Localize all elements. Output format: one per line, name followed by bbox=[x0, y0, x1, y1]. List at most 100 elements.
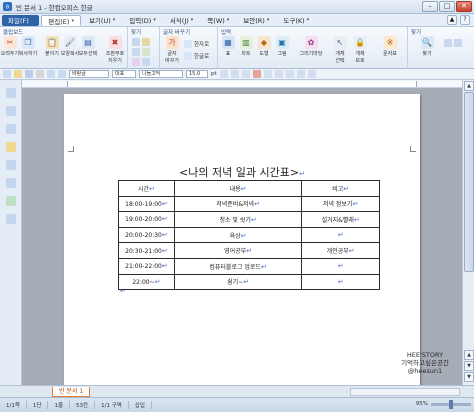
find-small-row-1[interactable] bbox=[132, 38, 150, 46]
document-page[interactable]: <나의 저녁 일과 시간표>↵ 시간↵ 내용↵ 비고↵ 18:00-19:00↵… bbox=[64, 94, 420, 385]
outline-icon[interactable] bbox=[6, 106, 16, 116]
table-header-cell[interactable]: 내용↵ bbox=[173, 180, 303, 197]
gallery-button[interactable]: ✿ 그리기마당 bbox=[296, 36, 326, 57]
gallery-panel-icon[interactable] bbox=[6, 196, 16, 206]
scroll-up-icon[interactable]: ▲ bbox=[464, 81, 474, 91]
menu-security[interactable]: 보안(R) ▾ bbox=[237, 15, 275, 26]
table-cell[interactable]: 컴퓨터블로그 업로드↵ bbox=[173, 257, 303, 275]
hwp-app-icon[interactable]: ㅎ bbox=[3, 2, 12, 11]
menu-insert[interactable]: 입력(D) ▾ bbox=[123, 15, 162, 26]
table-cell[interactable]: 21:00-22:00↵ bbox=[118, 257, 175, 275]
find-small-row-2[interactable] bbox=[132, 48, 150, 56]
font-select[interactable]: 나눔고딕 bbox=[139, 70, 183, 78]
table-cell[interactable]: 18:00-19:00↵ bbox=[118, 195, 175, 213]
clipart-panel-icon[interactable] bbox=[6, 214, 16, 224]
table-cell[interactable]: 개인공부↵ bbox=[301, 242, 380, 259]
menu-tools[interactable]: 도구(K) ▾ bbox=[277, 15, 315, 26]
schedule-table[interactable]: 시간↵ 내용↵ 비고↵ 18:00-19:00↵ 저녁준비&저녁↵ 저녁 정보기… bbox=[118, 180, 380, 291]
justify-icon[interactable] bbox=[296, 70, 305, 78]
document-area[interactable]: <나의 저녁 일과 시간표>↵ 시간↵ 내용↵ 비고↵ 18:00-19:00↵… bbox=[22, 88, 462, 385]
undo-icon[interactable] bbox=[47, 70, 55, 78]
find-options-row[interactable] bbox=[444, 39, 462, 47]
table-cell[interactable]: 육상↵ bbox=[173, 226, 303, 244]
bookmark-panel-icon[interactable] bbox=[6, 178, 16, 188]
menu-page[interactable]: 쪽(W) ▾ bbox=[201, 15, 235, 26]
ribbon-collapse-icon[interactable]: ▲ bbox=[447, 15, 457, 25]
document-tab[interactable]: 빈 문서 1 bbox=[52, 386, 91, 397]
style-select[interactable]: 바탕글 bbox=[69, 70, 109, 78]
print-icon[interactable] bbox=[36, 70, 44, 78]
find-button[interactable]: 🔍 찾기 bbox=[416, 36, 438, 57]
scroll-down-icon[interactable]: ▼ bbox=[464, 372, 474, 382]
minimize-button[interactable]: – bbox=[422, 1, 438, 12]
align-left-icon[interactable] bbox=[263, 70, 272, 78]
hanja-button[interactable]: 한자로 bbox=[184, 40, 209, 48]
paste-button[interactable]: 📋 붙이기 bbox=[44, 36, 60, 57]
table-header-cell[interactable]: 시간↵ bbox=[118, 180, 175, 197]
table-cell[interactable]: 19:00-20:00↵ bbox=[118, 211, 175, 228]
font-size-input[interactable]: 15.0 bbox=[186, 70, 208, 78]
table-cell[interactable]: 저녁 정보기↵ bbox=[301, 195, 380, 213]
menu-edit[interactable]: 편집(E) ▾ bbox=[41, 14, 81, 26]
maximize-button[interactable]: □ bbox=[439, 1, 455, 12]
bold-icon[interactable] bbox=[219, 70, 228, 78]
lang-select[interactable]: 대표 bbox=[112, 70, 136, 78]
table-cell[interactable]: ↵ bbox=[301, 257, 380, 275]
table-cell[interactable]: 20:30-21:00↵ bbox=[118, 242, 175, 259]
copy-button[interactable]: ❐ 복사하기 bbox=[19, 36, 37, 57]
text-color-icon[interactable] bbox=[252, 70, 261, 78]
new-doc-icon[interactable] bbox=[3, 70, 11, 78]
document-title[interactable]: <나의 저녁 일과 시간표>↵ bbox=[64, 164, 420, 180]
table-header-cell[interactable]: 비고↵ bbox=[301, 180, 380, 197]
glyph-change-button[interactable]: 가 글자 바꾸기 bbox=[162, 36, 182, 64]
table-cell[interactable]: 20:00-20:30↵ bbox=[118, 226, 175, 244]
save-icon[interactable] bbox=[25, 70, 33, 78]
redo-icon[interactable] bbox=[58, 70, 66, 78]
next-page-icon[interactable]: ▼ bbox=[464, 361, 474, 371]
cut-button[interactable]: ✂ 오려두기 bbox=[1, 36, 19, 57]
page-view-icon[interactable] bbox=[6, 88, 16, 98]
menu-view[interactable]: 보기(U) ▾ bbox=[83, 15, 121, 26]
list-icon[interactable] bbox=[6, 124, 16, 134]
underline-icon[interactable] bbox=[241, 70, 250, 78]
table-cell[interactable]: 청소 및 씻기↵ bbox=[173, 211, 303, 228]
char-map-button[interactable]: ※ 문자표 bbox=[378, 36, 402, 57]
vertical-scrollbar[interactable]: ▲ ▲ ▼ ▼ bbox=[462, 80, 474, 385]
scrollbar-thumb[interactable] bbox=[464, 92, 474, 272]
shape-button[interactable]: ◆ 도형 bbox=[256, 36, 272, 57]
zoom-slider[interactable] bbox=[431, 399, 471, 409]
style-panel-icon[interactable] bbox=[6, 160, 16, 170]
line-spacing-icon[interactable] bbox=[307, 70, 316, 78]
object-protect-button[interactable]: 🔒 개체 보호 bbox=[352, 36, 368, 64]
menu-format[interactable]: 서식(J) ▾ bbox=[164, 15, 199, 26]
zoom-slider-knob[interactable] bbox=[449, 399, 453, 409]
chart-button[interactable]: ▥ 차트 bbox=[238, 36, 254, 57]
table-cell[interactable]: 저녁준비&저녁↵ bbox=[173, 195, 303, 213]
help-icon[interactable]: ? bbox=[460, 15, 470, 25]
table-cell[interactable]: 설거지&빨래↵ bbox=[301, 211, 380, 228]
format-copy-button[interactable]: 🖌 모양복사 bbox=[61, 36, 79, 57]
status-mode[interactable]: 삽입 bbox=[129, 401, 152, 409]
align-center-icon[interactable] bbox=[274, 70, 283, 78]
hangul-button[interactable]: 한글로 bbox=[184, 52, 209, 60]
zoom-level[interactable]: 95% bbox=[416, 401, 428, 407]
select-all-button[interactable]: ▤ 모두선택 bbox=[79, 36, 97, 57]
object-select-button[interactable]: ↖ 개체 선택 bbox=[332, 36, 348, 64]
align-right-icon[interactable] bbox=[285, 70, 294, 78]
table-cell[interactable]: 영어공부↵ bbox=[173, 242, 303, 259]
close-button[interactable]: ✕ bbox=[456, 1, 472, 12]
picture-button[interactable]: ▣ 그림 bbox=[274, 36, 290, 57]
menu-file[interactable]: 파일(F) ▾ bbox=[2, 14, 40, 26]
table-button[interactable]: ▦ 표 bbox=[220, 36, 236, 57]
clear-codes-button[interactable]: ✖ 조판부호 지우기 bbox=[104, 36, 126, 64]
pen-icon[interactable] bbox=[6, 142, 16, 152]
open-folder-icon[interactable] bbox=[14, 70, 22, 78]
horizontal-ruler[interactable] bbox=[22, 80, 462, 88]
find-small-row-3[interactable] bbox=[132, 58, 150, 66]
horizontal-scrollbar[interactable] bbox=[350, 388, 460, 396]
italic-icon[interactable] bbox=[230, 70, 239, 78]
table-cell[interactable]: 22:00~↵ bbox=[118, 273, 175, 291]
table-cell[interactable]: ↵ bbox=[301, 273, 380, 291]
prev-page-icon[interactable]: ▲ bbox=[464, 350, 474, 360]
table-cell[interactable]: 쉼기~↵ bbox=[173, 273, 303, 291]
